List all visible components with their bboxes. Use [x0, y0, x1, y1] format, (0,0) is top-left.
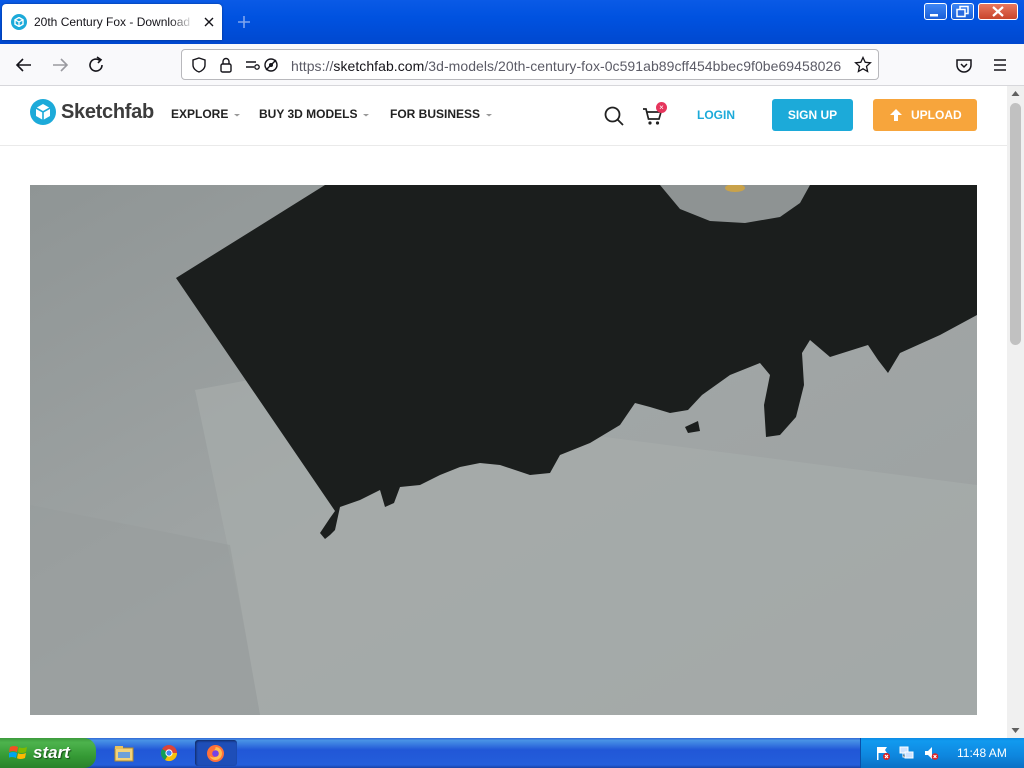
bookmark-star-icon[interactable]: [854, 55, 872, 74]
nav-explore[interactable]: EXPLORE: [171, 107, 241, 121]
model-viewer[interactable]: [30, 185, 977, 715]
upload-arrow-icon: [890, 109, 902, 121]
upload-button[interactable]: UPLOAD: [873, 99, 977, 131]
site-header: Sketchfab EXPLORE BUY 3D MODELS FOR BUSI…: [0, 86, 1007, 146]
reload-icon[interactable]: [84, 53, 108, 77]
firefox-icon: [207, 745, 224, 762]
tab-title: 20th Century Fox - Download Free 3D mode…: [34, 15, 194, 29]
login-link[interactable]: LOGIN: [697, 108, 735, 122]
pocket-icon[interactable]: [952, 53, 976, 77]
start-label: start: [33, 743, 70, 762]
navigation-toolbar: https://sketchfab.com/3d-models/20th-cen…: [0, 44, 1024, 86]
signup-button[interactable]: SIGN UP: [772, 99, 853, 131]
cart-badge: ×: [656, 102, 667, 113]
lock-icon[interactable]: [217, 56, 235, 74]
site-brand[interactable]: Sketchfab: [61, 101, 154, 124]
upload-label: UPLOAD: [911, 108, 962, 122]
start-button[interactable]: start: [0, 738, 96, 768]
file-explorer-icon[interactable]: [113, 743, 135, 763]
model-render: [30, 185, 977, 715]
chevron-down-icon: [234, 114, 241, 117]
taskbar-firefox-window[interactable]: [195, 740, 237, 766]
address-bar[interactable]: https://sketchfab.com/3d-models/20th-cen…: [181, 49, 879, 80]
url-prefix: https://: [291, 58, 334, 74]
permissions-icon[interactable]: [244, 56, 280, 74]
volume-muted-icon[interactable]: [923, 745, 939, 761]
cart-icon[interactable]: ×: [641, 102, 667, 128]
scroll-thumb[interactable]: [1010, 103, 1021, 345]
flag-alert-icon[interactable]: [875, 745, 891, 761]
sketchfab-logo-icon[interactable]: [30, 99, 56, 125]
url-text[interactable]: https://sketchfab.com/3d-models/20th-cen…: [291, 58, 841, 74]
shield-icon[interactable]: [190, 56, 208, 74]
sketchfab-favicon-icon: [11, 14, 27, 30]
menu-icon[interactable]: [988, 53, 1012, 77]
system-tray: 11:48 AM: [860, 738, 1024, 768]
network-icon[interactable]: [899, 745, 915, 761]
scroll-up-icon[interactable]: [1007, 86, 1024, 101]
chevron-down-icon: [363, 114, 370, 117]
nav-explore-label: EXPLORE: [171, 107, 229, 121]
chevron-down-icon: [486, 114, 493, 117]
chrome-icon[interactable]: [159, 743, 181, 763]
forward-icon[interactable]: [48, 53, 72, 77]
new-tab-icon[interactable]: [234, 12, 254, 32]
close-window-button[interactable]: [978, 3, 1018, 20]
clock: 11:48 AM: [957, 746, 1007, 760]
restore-button[interactable]: [951, 3, 974, 20]
nav-buy-label: BUY 3D MODELS: [259, 107, 358, 121]
browser-tab[interactable]: 20th Century Fox - Download Free 3D mode…: [2, 4, 222, 40]
nav-business-label: FOR BUSINESS: [390, 107, 481, 121]
close-tab-icon[interactable]: [200, 13, 218, 31]
nav-for-business[interactable]: FOR BUSINESS: [390, 107, 493, 121]
windows-logo-icon: [8, 744, 29, 762]
back-icon[interactable]: [12, 53, 36, 77]
page-scrollbar[interactable]: [1007, 86, 1024, 738]
search-icon[interactable]: [603, 105, 625, 127]
url-path: /3d-models/20th-century-fox-0c591ab89cff…: [424, 58, 842, 74]
scroll-down-icon[interactable]: [1007, 723, 1024, 738]
url-host: sketchfab.com: [333, 58, 425, 74]
minimize-button[interactable]: [924, 3, 947, 20]
window-title-bar: 20th Century Fox - Download Free 3D mode…: [0, 0, 1024, 44]
windows-taskbar: start 11:48 AM: [0, 738, 1024, 768]
nav-buy-3d-models[interactable]: BUY 3D MODELS: [259, 107, 370, 121]
